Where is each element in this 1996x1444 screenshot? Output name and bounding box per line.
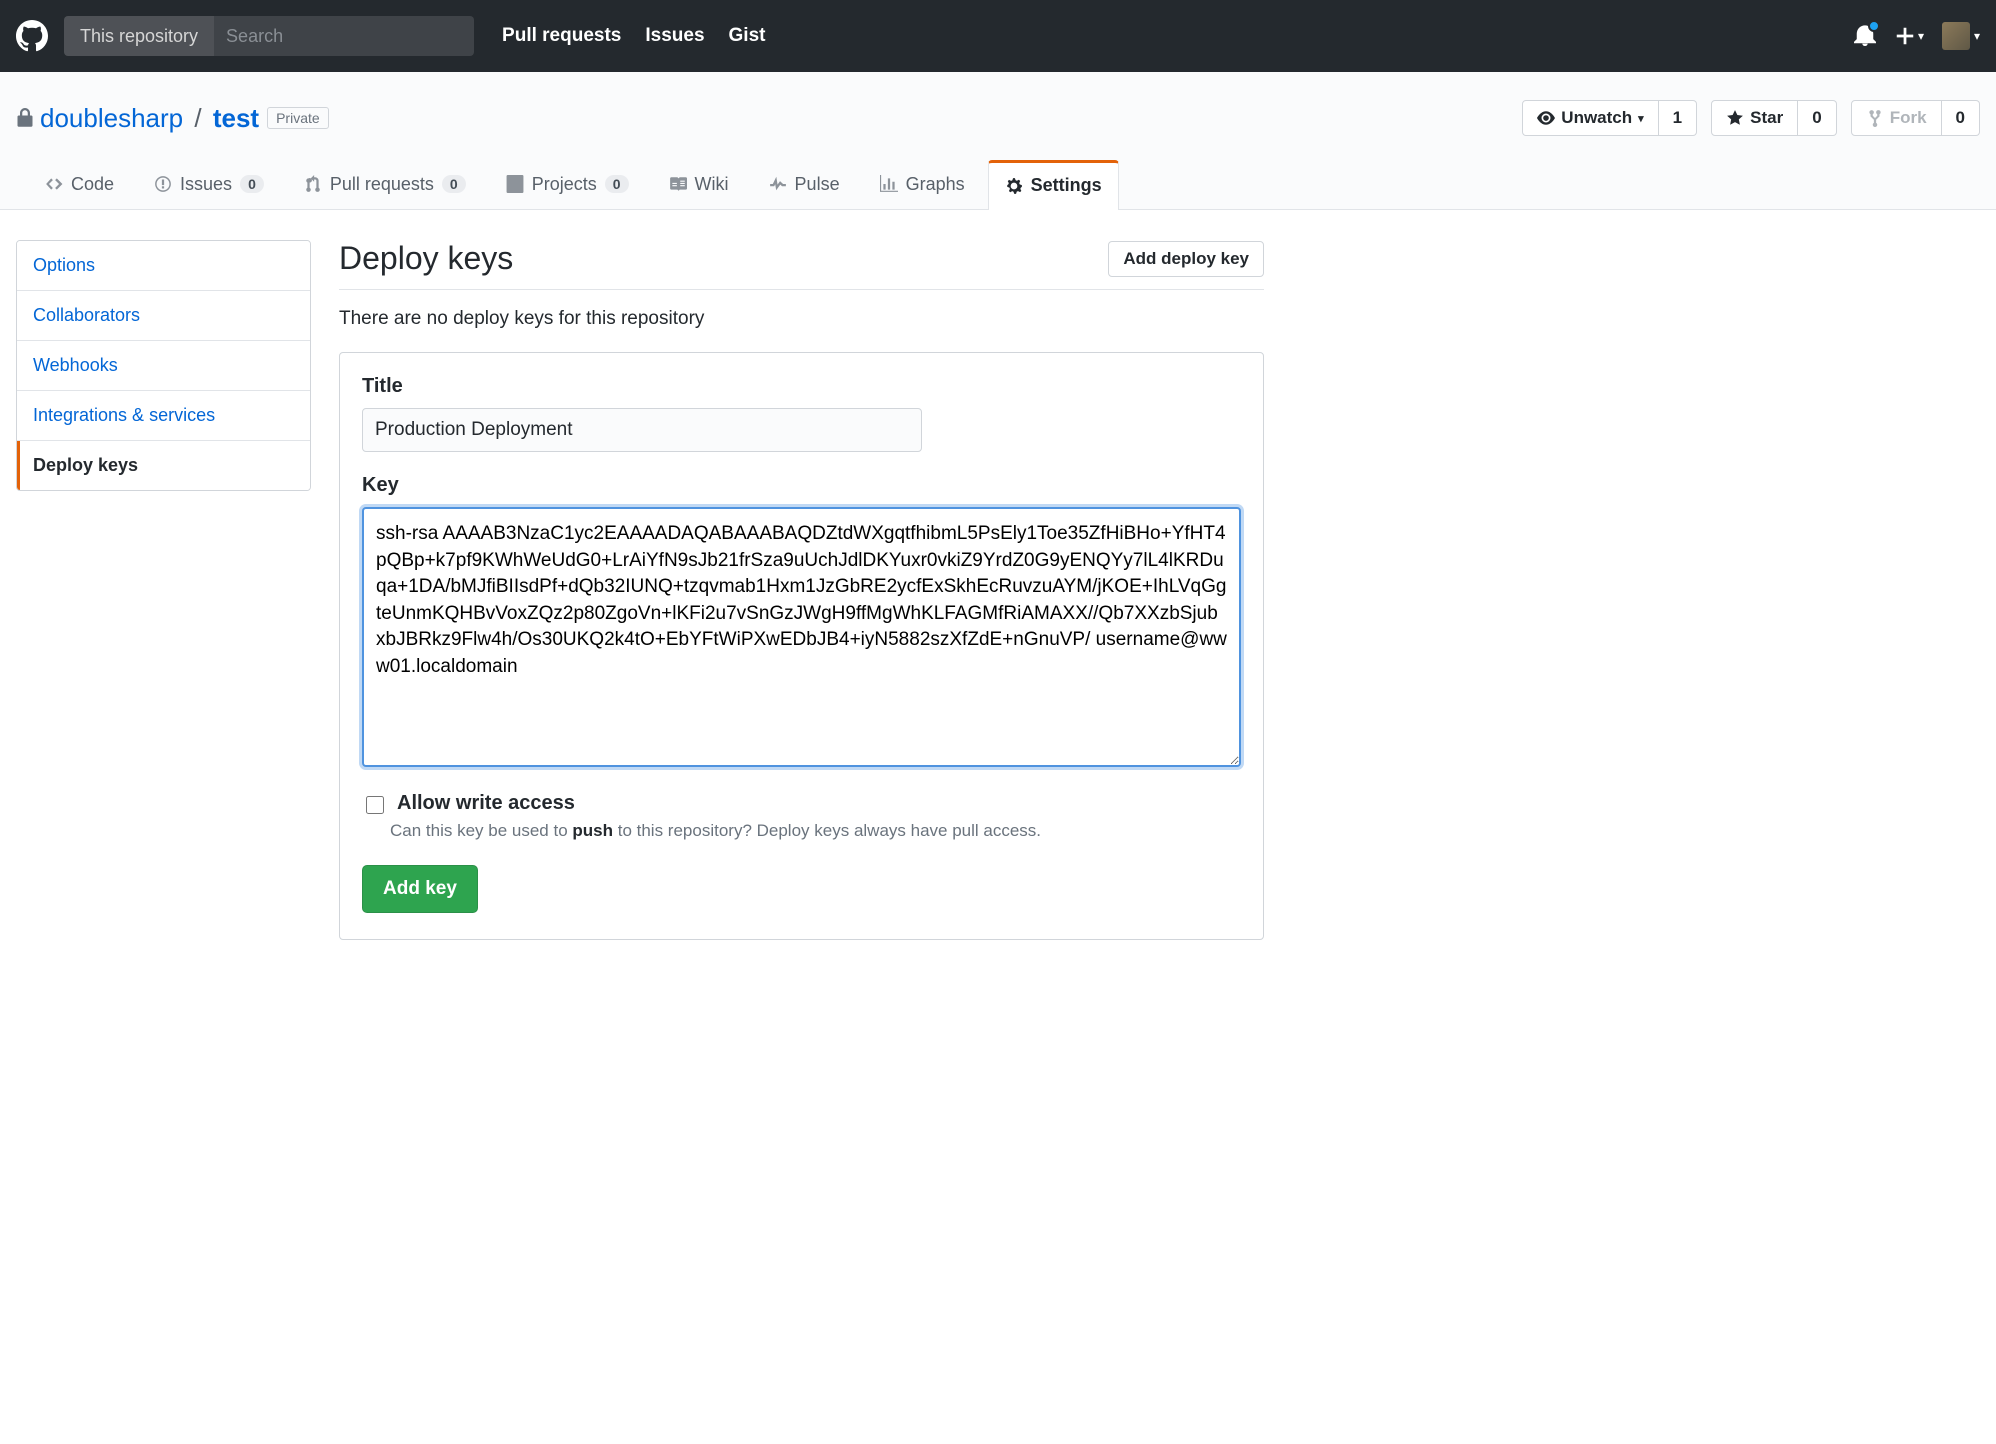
repo-actions: Unwatch ▾ 1 Star 0 Fork 0 bbox=[1522, 100, 1980, 136]
nav-gist[interactable]: Gist bbox=[729, 25, 766, 47]
github-logo-icon[interactable] bbox=[16, 20, 48, 52]
tab-projects[interactable]: Projects 0 bbox=[489, 160, 646, 209]
header-search: This repository bbox=[64, 16, 474, 56]
fork-button[interactable]: Fork bbox=[1851, 100, 1942, 136]
header-actions: ▾ ▾ bbox=[1854, 22, 1980, 50]
gear-icon bbox=[1005, 177, 1023, 195]
subhead: Deploy keys Add deploy key bbox=[339, 240, 1264, 290]
caret-down-icon: ▾ bbox=[1918, 29, 1924, 43]
fork-icon bbox=[1866, 109, 1884, 127]
menu-options[interactable]: Options bbox=[17, 241, 310, 291]
page-title: Deploy keys bbox=[339, 240, 513, 277]
settings-container: Options Collaborators Webhooks Integrati… bbox=[0, 210, 1280, 980]
tab-issues[interactable]: Issues 0 bbox=[137, 160, 281, 209]
settings-menu: Options Collaborators Webhooks Integrati… bbox=[16, 240, 311, 491]
fork-group: Fork 0 bbox=[1851, 100, 1980, 136]
allow-write-checkbox[interactable] bbox=[366, 796, 384, 814]
graph-icon bbox=[880, 175, 898, 193]
repo-path: doublesharp / test bbox=[40, 103, 259, 134]
projects-count: 0 bbox=[605, 175, 629, 193]
fork-count[interactable]: 0 bbox=[1942, 100, 1980, 136]
caret-down-icon: ▾ bbox=[1974, 29, 1980, 43]
notifications-button[interactable] bbox=[1854, 24, 1876, 49]
watch-group: Unwatch ▾ 1 bbox=[1522, 100, 1697, 136]
menu-collaborators[interactable]: Collaborators bbox=[17, 291, 310, 341]
nav-pull-requests[interactable]: Pull requests bbox=[502, 25, 621, 47]
key-label: Key bbox=[362, 474, 1241, 497]
tab-settings[interactable]: Settings bbox=[988, 160, 1119, 210]
menu-integrations[interactable]: Integrations & services bbox=[17, 391, 310, 441]
menu-webhooks[interactable]: Webhooks bbox=[17, 341, 310, 391]
pr-count: 0 bbox=[442, 175, 466, 193]
eye-icon bbox=[1537, 109, 1555, 127]
tab-pulse[interactable]: Pulse bbox=[752, 160, 857, 209]
issue-icon bbox=[154, 175, 172, 193]
unwatch-label: Unwatch bbox=[1561, 108, 1632, 128]
privacy-badge: Private bbox=[267, 107, 329, 129]
repo-name-link[interactable]: test bbox=[213, 103, 259, 133]
allow-write-note: Can this key be used to push to this rep… bbox=[390, 821, 1241, 841]
star-count[interactable]: 0 bbox=[1798, 100, 1836, 136]
nav-issues[interactable]: Issues bbox=[645, 25, 704, 47]
create-new-dropdown[interactable]: ▾ bbox=[1894, 25, 1924, 47]
deploy-key-form: Title Key Allow write access Can this ke… bbox=[339, 352, 1264, 940]
header-nav: Pull requests Issues Gist bbox=[502, 25, 765, 47]
search-scope-label[interactable]: This repository bbox=[64, 16, 214, 56]
pulse-icon bbox=[769, 175, 787, 193]
plus-icon bbox=[1894, 25, 1916, 47]
tab-pull-requests[interactable]: Pull requests 0 bbox=[287, 160, 483, 209]
repo-tabs: Code Issues 0 Pull requests 0 Projects 0… bbox=[0, 160, 1996, 209]
star-icon bbox=[1726, 109, 1744, 127]
caret-down-icon: ▾ bbox=[1638, 112, 1644, 125]
code-icon bbox=[45, 175, 63, 193]
lock-icon bbox=[16, 108, 34, 128]
star-group: Star 0 bbox=[1711, 100, 1837, 136]
fork-label: Fork bbox=[1890, 108, 1927, 128]
empty-state-message: There are no deploy keys for this reposi… bbox=[339, 308, 1264, 330]
global-header: This repository Pull requests Issues Gis… bbox=[0, 0, 1996, 72]
avatar bbox=[1942, 22, 1970, 50]
search-input[interactable] bbox=[214, 16, 474, 56]
star-label: Star bbox=[1750, 108, 1783, 128]
project-icon bbox=[506, 175, 524, 193]
pull-request-icon bbox=[304, 175, 322, 193]
unwatch-button[interactable]: Unwatch ▾ bbox=[1522, 100, 1658, 136]
notification-indicator bbox=[1868, 20, 1880, 32]
repo-owner-link[interactable]: doublesharp bbox=[40, 103, 183, 133]
book-icon bbox=[669, 175, 687, 193]
issues-count: 0 bbox=[240, 175, 264, 193]
allow-write-row: Allow write access bbox=[362, 792, 1241, 817]
repo-header: doublesharp / test Private Unwatch ▾ 1 S… bbox=[0, 72, 1996, 210]
menu-deploy-keys[interactable]: Deploy keys bbox=[17, 441, 310, 490]
allow-write-label: Allow write access bbox=[397, 792, 575, 815]
add-deploy-key-button[interactable]: Add deploy key bbox=[1108, 241, 1264, 277]
key-textarea[interactable] bbox=[362, 507, 1241, 767]
title-input[interactable] bbox=[362, 408, 922, 452]
star-button[interactable]: Star bbox=[1711, 100, 1798, 136]
tab-wiki[interactable]: Wiki bbox=[652, 160, 746, 209]
tab-code[interactable]: Code bbox=[28, 160, 131, 209]
tab-graphs[interactable]: Graphs bbox=[863, 160, 982, 209]
watch-count[interactable]: 1 bbox=[1659, 100, 1697, 136]
settings-main: Deploy keys Add deploy key There are no … bbox=[339, 240, 1264, 940]
title-label: Title bbox=[362, 375, 1241, 398]
add-key-button[interactable]: Add key bbox=[362, 865, 478, 913]
user-menu-dropdown[interactable]: ▾ bbox=[1942, 22, 1980, 50]
